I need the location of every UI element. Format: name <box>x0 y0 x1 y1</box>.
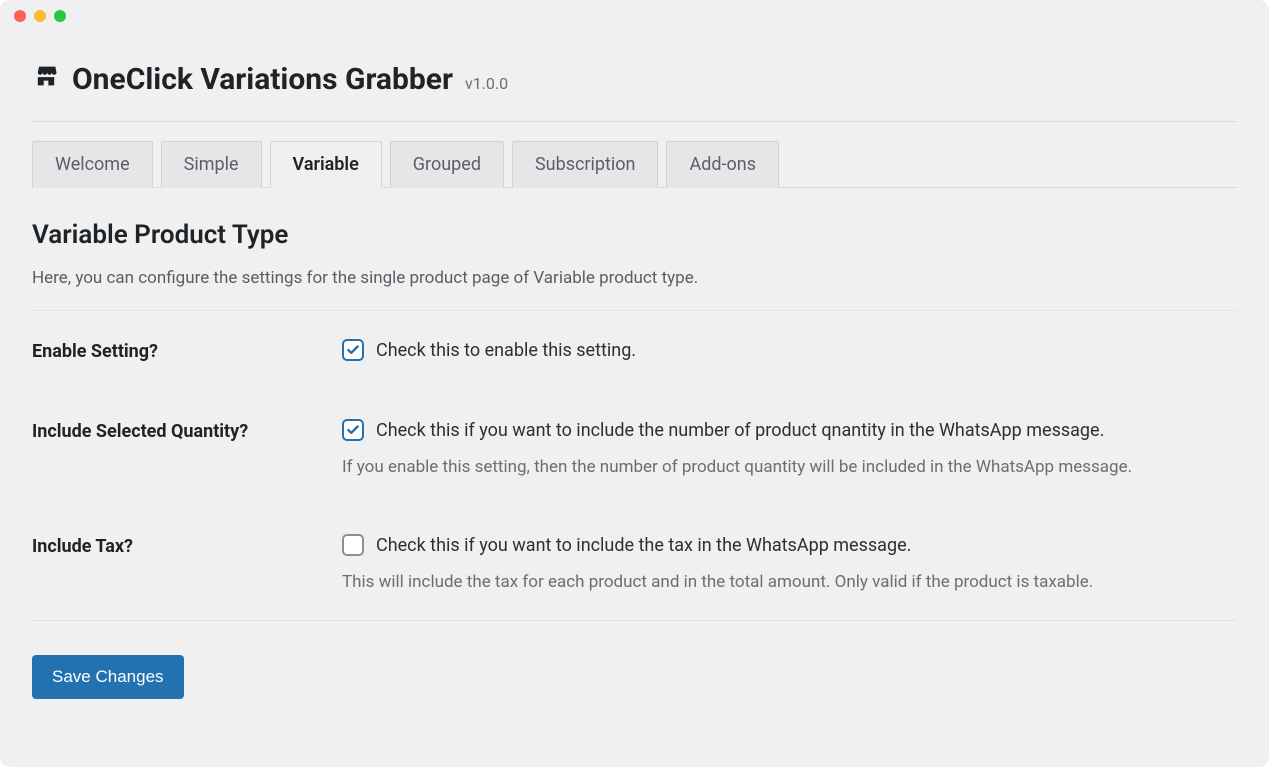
tab-subscription[interactable]: Subscription <box>512 141 659 188</box>
setting-label-enable: Enable Setting? <box>32 339 342 362</box>
save-button[interactable]: Save Changes <box>32 655 184 699</box>
setting-row-enable: Enable Setting? Check this to enable thi… <box>32 311 1237 391</box>
setting-field-quantity: Check this if you want to include the nu… <box>342 419 1237 477</box>
enable-text: Check this to enable this setting. <box>376 340 636 361</box>
setting-field-tax: Check this if you want to include the ta… <box>342 534 1237 592</box>
setting-row-tax: Include Tax? Check this if you want to i… <box>32 506 1237 621</box>
window-minimize-button[interactable] <box>34 10 46 22</box>
quantity-checkbox[interactable] <box>342 419 364 441</box>
setting-row-quantity: Include Selected Quantity? Check this if… <box>32 391 1237 506</box>
tabs-nav: Welcome Simple Variable Grouped Subscrip… <box>32 140 1237 188</box>
tab-variable[interactable]: Variable <box>270 141 382 188</box>
page-header: OneClick Variations Grabber v1.0.0 <box>32 42 1237 122</box>
tab-welcome[interactable]: Welcome <box>32 141 153 188</box>
quantity-help: If you enable this setting, then the num… <box>342 457 1237 477</box>
setting-label-quantity: Include Selected Quantity? <box>32 419 342 442</box>
page-content: OneClick Variations Grabber v1.0.0 Welco… <box>0 32 1269 731</box>
window-close-button[interactable] <box>14 10 26 22</box>
enable-checkbox[interactable] <box>342 339 364 361</box>
tax-text: Check this if you want to include the ta… <box>376 535 911 556</box>
tax-help: This will include the tax for each produ… <box>342 572 1237 592</box>
tab-grouped[interactable]: Grouped <box>390 141 504 188</box>
window-zoom-button[interactable] <box>54 10 66 22</box>
page-version: v1.0.0 <box>465 74 508 93</box>
window-titlebar <box>0 0 1269 32</box>
setting-label-tax: Include Tax? <box>32 534 342 557</box>
settings-form: Enable Setting? Check this to enable thi… <box>32 311 1237 621</box>
section-description: Here, you can configure the settings for… <box>32 268 1237 288</box>
page-title: OneClick Variations Grabber <box>72 62 453 97</box>
tab-simple[interactable]: Simple <box>161 141 262 188</box>
section-title: Variable Product Type <box>32 220 1237 250</box>
app-window: OneClick Variations Grabber v1.0.0 Welco… <box>0 0 1269 767</box>
quantity-text: Check this if you want to include the nu… <box>376 420 1104 441</box>
store-icon <box>32 62 60 97</box>
setting-field-enable: Check this to enable this setting. <box>342 339 1237 361</box>
tab-addons[interactable]: Add-ons <box>666 141 779 188</box>
tax-checkbox[interactable] <box>342 534 364 556</box>
